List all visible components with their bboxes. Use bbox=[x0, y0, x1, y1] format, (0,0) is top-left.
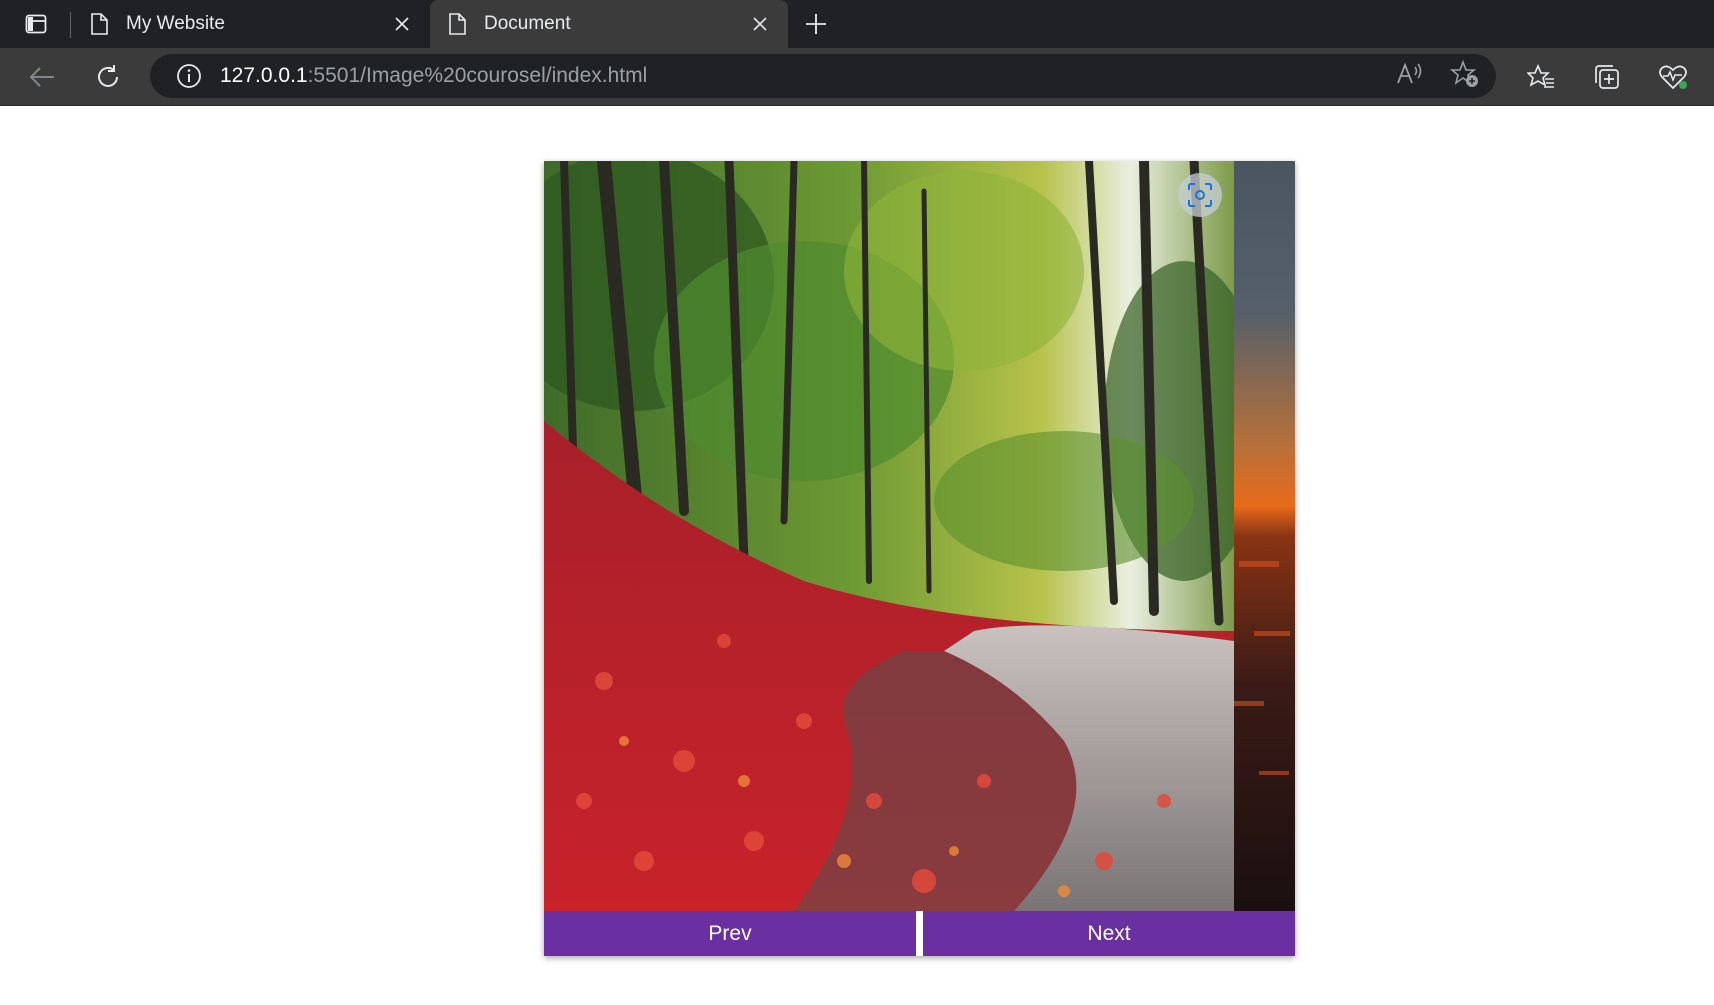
read-aloud-icon bbox=[1397, 62, 1422, 83]
image-carousel: Prev Next bbox=[544, 161, 1295, 956]
page-icon bbox=[449, 13, 466, 35]
address-bar-actions bbox=[1396, 54, 1480, 98]
refresh-icon bbox=[98, 64, 118, 87]
tab-document[interactable]: Document bbox=[430, 0, 788, 48]
collections-button[interactable] bbox=[1574, 48, 1640, 106]
prev-button[interactable]: Prev bbox=[544, 911, 916, 956]
browser-essentials-icon bbox=[1659, 65, 1687, 90]
tab-actions-button[interactable] bbox=[0, 0, 72, 48]
browser-essentials-button[interactable] bbox=[1640, 48, 1706, 106]
navigation-toolbar: 127.0.0.1:5501/Image%20courosel/index.ht… bbox=[0, 48, 1714, 106]
address-bar[interactable]: 127.0.0.1:5501/Image%20courosel/index.ht… bbox=[150, 54, 1496, 98]
tab-title: Document bbox=[484, 13, 571, 34]
add-favorite-button[interactable] bbox=[1449, 59, 1480, 93]
url-text[interactable]: 127.0.0.1:5501/Image%20courosel/index.ht… bbox=[220, 64, 647, 88]
read-aloud-button[interactable] bbox=[1396, 61, 1424, 92]
visual-search-icon bbox=[1188, 183, 1212, 207]
sidebar-toggle-icon bbox=[25, 14, 47, 34]
url-path: :5501/Image%20courosel/index.html bbox=[307, 64, 648, 87]
close-icon bbox=[753, 17, 767, 31]
next-button[interactable]: Next bbox=[923, 911, 1295, 956]
tab-title: My Website bbox=[126, 13, 225, 34]
page-icon bbox=[91, 13, 108, 35]
favorites-icon bbox=[1527, 64, 1554, 88]
url-host: 127.0.0.1 bbox=[220, 64, 308, 87]
visual-search-button[interactable] bbox=[1178, 173, 1222, 217]
back-arrow-icon bbox=[29, 66, 54, 87]
plus-icon bbox=[806, 14, 826, 34]
add-favorite-icon bbox=[1449, 59, 1478, 87]
favorites-button[interactable] bbox=[1508, 48, 1574, 106]
carousel-image-autumn-road bbox=[544, 161, 1234, 911]
info-icon[interactable] bbox=[176, 63, 202, 89]
back-button[interactable] bbox=[9, 48, 75, 106]
close-tab-button[interactable] bbox=[748, 12, 772, 36]
close-icon bbox=[395, 17, 409, 31]
tab-bar: My Website Document bbox=[0, 0, 1714, 48]
close-tab-button[interactable] bbox=[390, 12, 414, 36]
carousel-image-sunset-peek bbox=[1234, 161, 1295, 911]
collections-icon bbox=[1595, 65, 1619, 89]
browser-tools bbox=[1508, 48, 1714, 106]
carousel-viewport bbox=[544, 161, 1295, 911]
carousel-controls: Prev Next bbox=[544, 911, 1295, 956]
new-tab-button[interactable] bbox=[788, 0, 844, 48]
refresh-button[interactable] bbox=[75, 48, 141, 106]
tab-my-website[interactable]: My Website bbox=[72, 0, 430, 48]
